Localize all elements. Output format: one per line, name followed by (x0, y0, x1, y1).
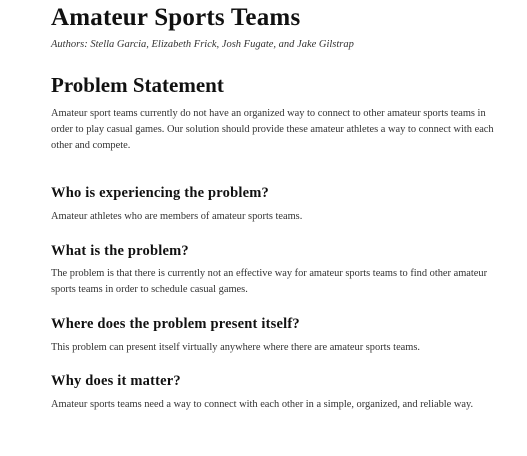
who-answer: Amateur athletes who are members of amat… (51, 211, 303, 222)
where-heading: Where does the problem present itself? (51, 316, 300, 332)
who-heading: Who is experiencing the problem? (51, 185, 269, 201)
why-answer: Amateur sports teams need a way to conne… (51, 399, 474, 410)
problem-statement-heading: Problem Statement (51, 73, 224, 97)
what-heading: What is the problem? (51, 243, 189, 259)
where-answer: This problem can present itself virtuall… (51, 342, 421, 353)
why-heading: Why does it matter? (51, 373, 181, 389)
problem-statement-paragraph: Amateur sport teams currently do not hav… (51, 108, 494, 151)
authors-line: Authors: Stella Garcia, Elizabeth Frick,… (51, 39, 354, 50)
document-title: Amateur Sports Teams (51, 4, 301, 31)
what-answer: The problem is that there is currently n… (51, 268, 488, 295)
document-page: Amateur Sports Teams Authors: Stella Gar… (0, 0, 527, 456)
